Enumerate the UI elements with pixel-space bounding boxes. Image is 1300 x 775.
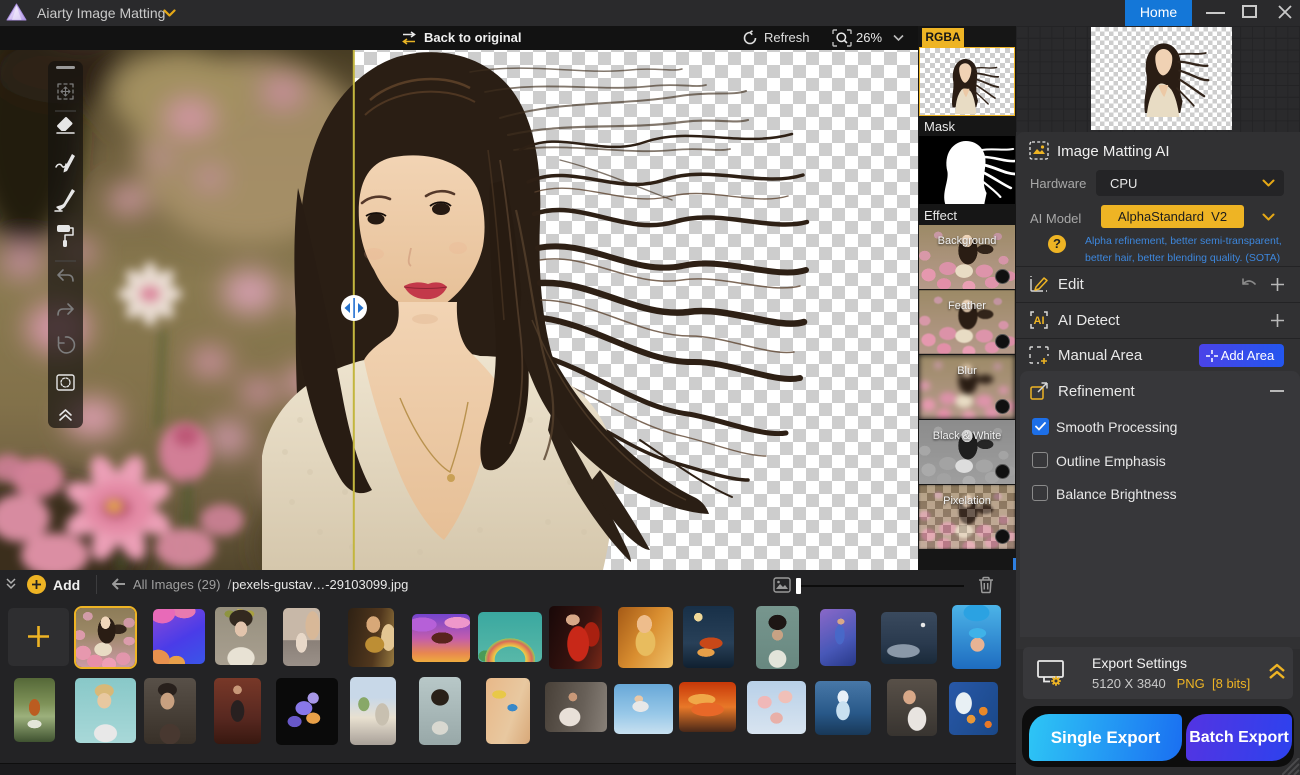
- svg-text:AI: AI: [1034, 315, 1045, 327]
